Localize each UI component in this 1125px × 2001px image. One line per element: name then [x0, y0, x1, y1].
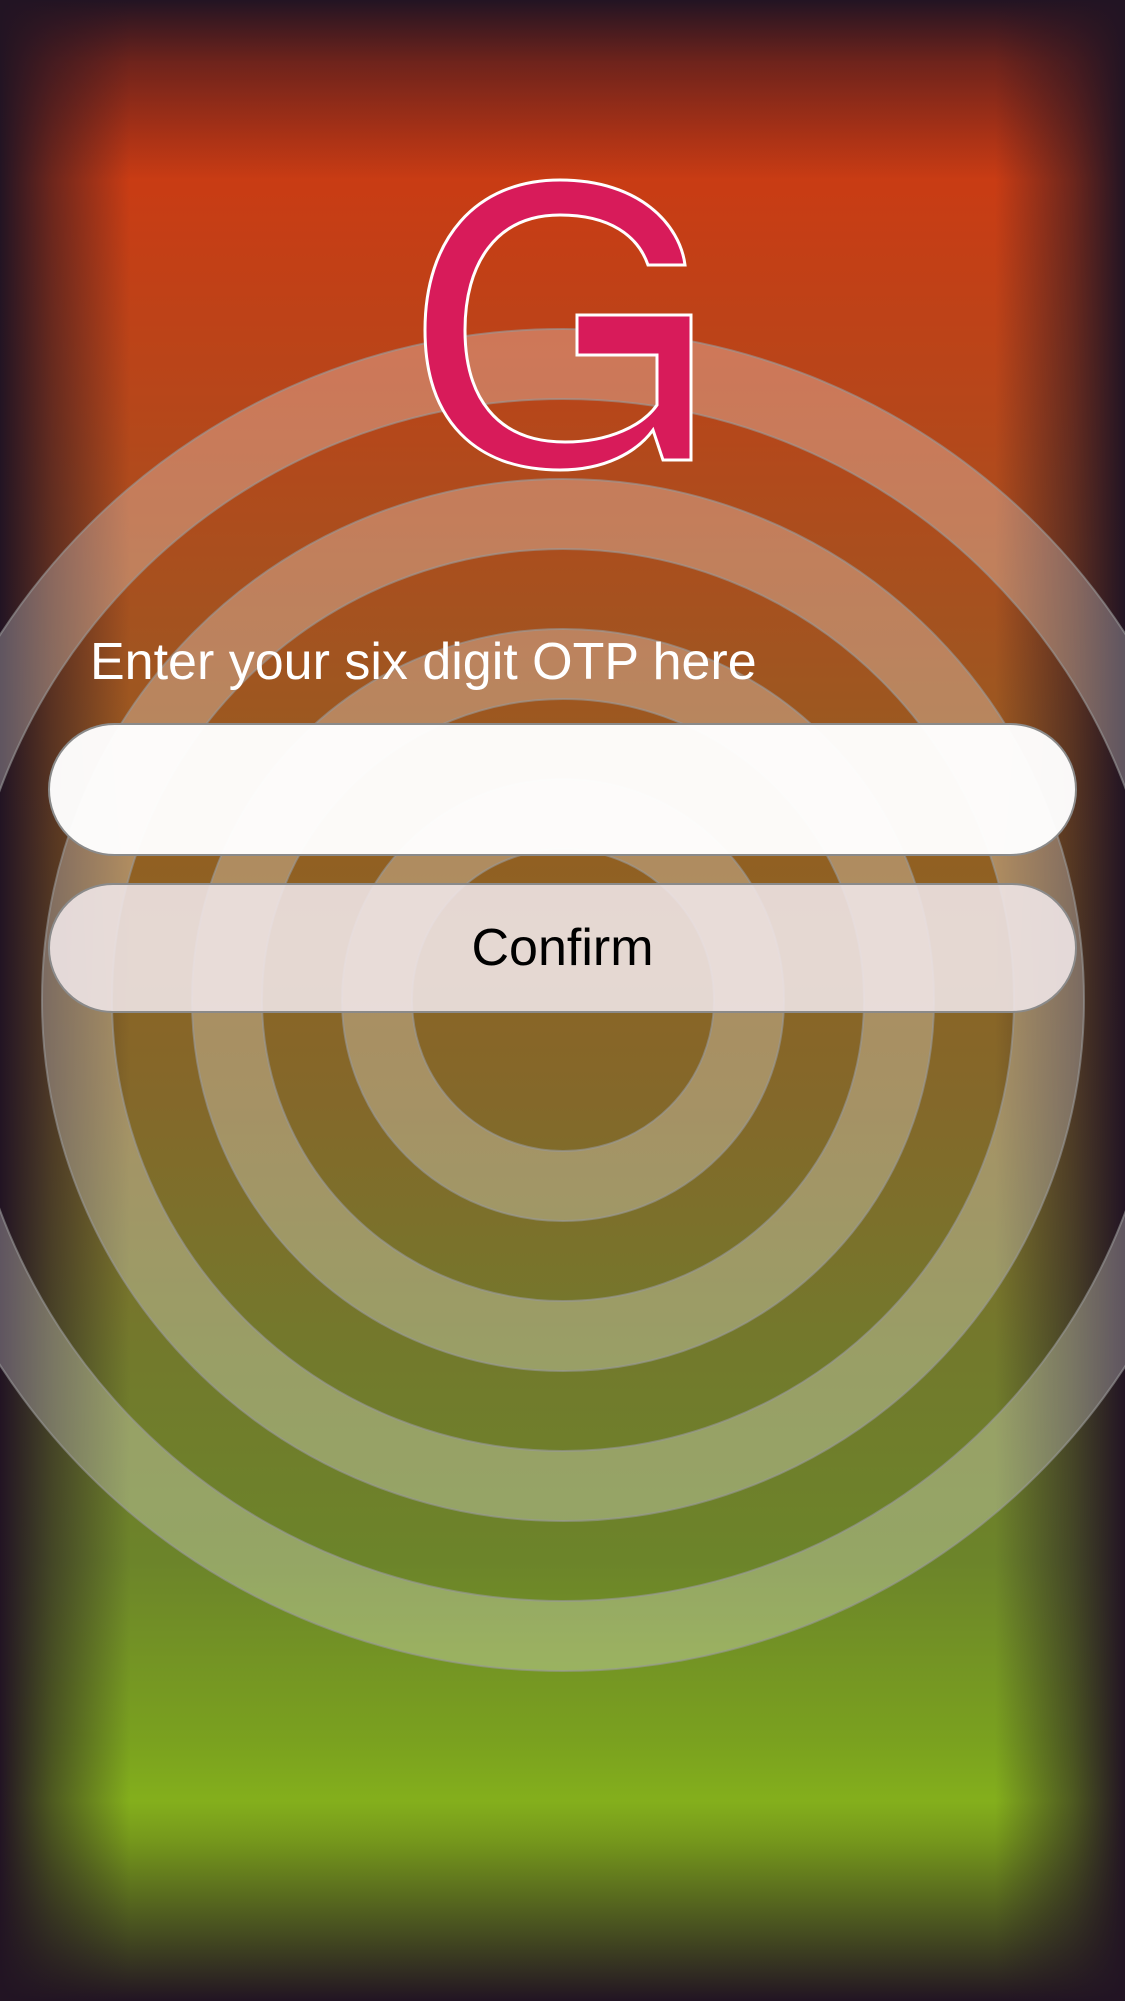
otp-input[interactable]	[48, 723, 1077, 856]
confirm-button[interactable]: Confirm	[48, 883, 1077, 1013]
g-logo-icon	[423, 178, 693, 472]
otp-screen: Enter your six digit OTP here Confirm	[0, 0, 1125, 2001]
otp-prompt-label: Enter your six digit OTP here	[90, 633, 757, 691]
